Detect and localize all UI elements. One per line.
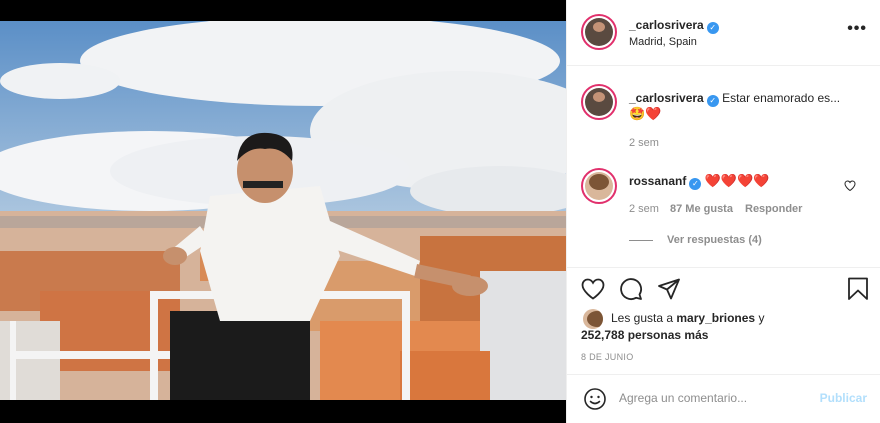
like-heart-icon[interactable]: [581, 278, 605, 300]
caption-text-line: _carlosrivera ✓ Estar enamorado es...: [629, 91, 869, 107]
photo-area: [0, 0, 566, 423]
likes-count[interactable]: 252,788 personas más: [581, 328, 708, 342]
caption-text: Estar enamorado es...: [722, 91, 841, 105]
save-bookmark-icon[interactable]: [847, 277, 869, 301]
likes-conj: y: [758, 311, 765, 325]
more-options-icon[interactable]: •••: [847, 21, 867, 37]
replies-divider: [629, 240, 653, 241]
add-comment-bar: Agrega un comentario... Publicar: [567, 374, 880, 423]
post-side-panel: _carlosrivera ✓ Madrid, Spain ••• _carlos…: [566, 0, 880, 423]
comment-text: ❤️❤️❤️❤️: [704, 173, 770, 188]
commenter-avatar[interactable]: [581, 168, 617, 204]
photo-illustration: [0, 21, 566, 400]
comment-time[interactable]: 2 sem: [629, 203, 659, 215]
post-location[interactable]: Madrid, Spain: [629, 36, 697, 48]
verified-icon: ✓: [706, 22, 719, 34]
author-avatar[interactable]: [581, 14, 617, 50]
post-header: _carlosrivera ✓ Madrid, Spain •••: [567, 0, 880, 66]
like-comment-heart-icon[interactable]: [844, 180, 856, 191]
caption-emojis: 🤩❤️: [629, 106, 662, 121]
comment-bubble-icon[interactable]: [619, 277, 643, 301]
comment-line: rossananf ✓ ❤️❤️❤️❤️: [629, 173, 769, 190]
liker-username[interactable]: mary_briones: [676, 311, 755, 325]
author-line: _carlosrivera ✓: [629, 16, 719, 34]
reply-button[interactable]: Responder: [745, 203, 802, 215]
post-date[interactable]: 8 DE JUNIO: [581, 352, 634, 362]
publish-button[interactable]: Publicar: [820, 391, 867, 405]
caption-avatar[interactable]: [581, 84, 617, 120]
caption-username[interactable]: _carlosrivera: [629, 91, 704, 105]
comment-input[interactable]: Agrega un comentario...: [619, 391, 747, 405]
likes-line-1: Les gusta a mary_briones y: [611, 311, 764, 325]
comment-likes[interactable]: 87 Me gusta: [670, 203, 733, 215]
likes-prefix: Les gusta a: [611, 311, 674, 325]
share-paper-plane-icon[interactable]: [657, 278, 681, 300]
emoji-smiley-icon[interactable]: [583, 387, 607, 411]
post-actions: Les gusta a mary_briones y 252,788 perso…: [567, 267, 880, 387]
view-replies-button[interactable]: Ver respuestas (4): [667, 234, 762, 246]
liker-avatar[interactable]: [583, 309, 603, 329]
caption-time[interactable]: 2 sem: [629, 137, 659, 149]
post-photo[interactable]: [0, 21, 566, 400]
commenter-username[interactable]: rossananf: [629, 174, 686, 188]
verified-icon: ✓: [706, 95, 719, 107]
author-username[interactable]: _carlosrivera: [629, 18, 704, 32]
verified-icon: ✓: [689, 178, 702, 190]
